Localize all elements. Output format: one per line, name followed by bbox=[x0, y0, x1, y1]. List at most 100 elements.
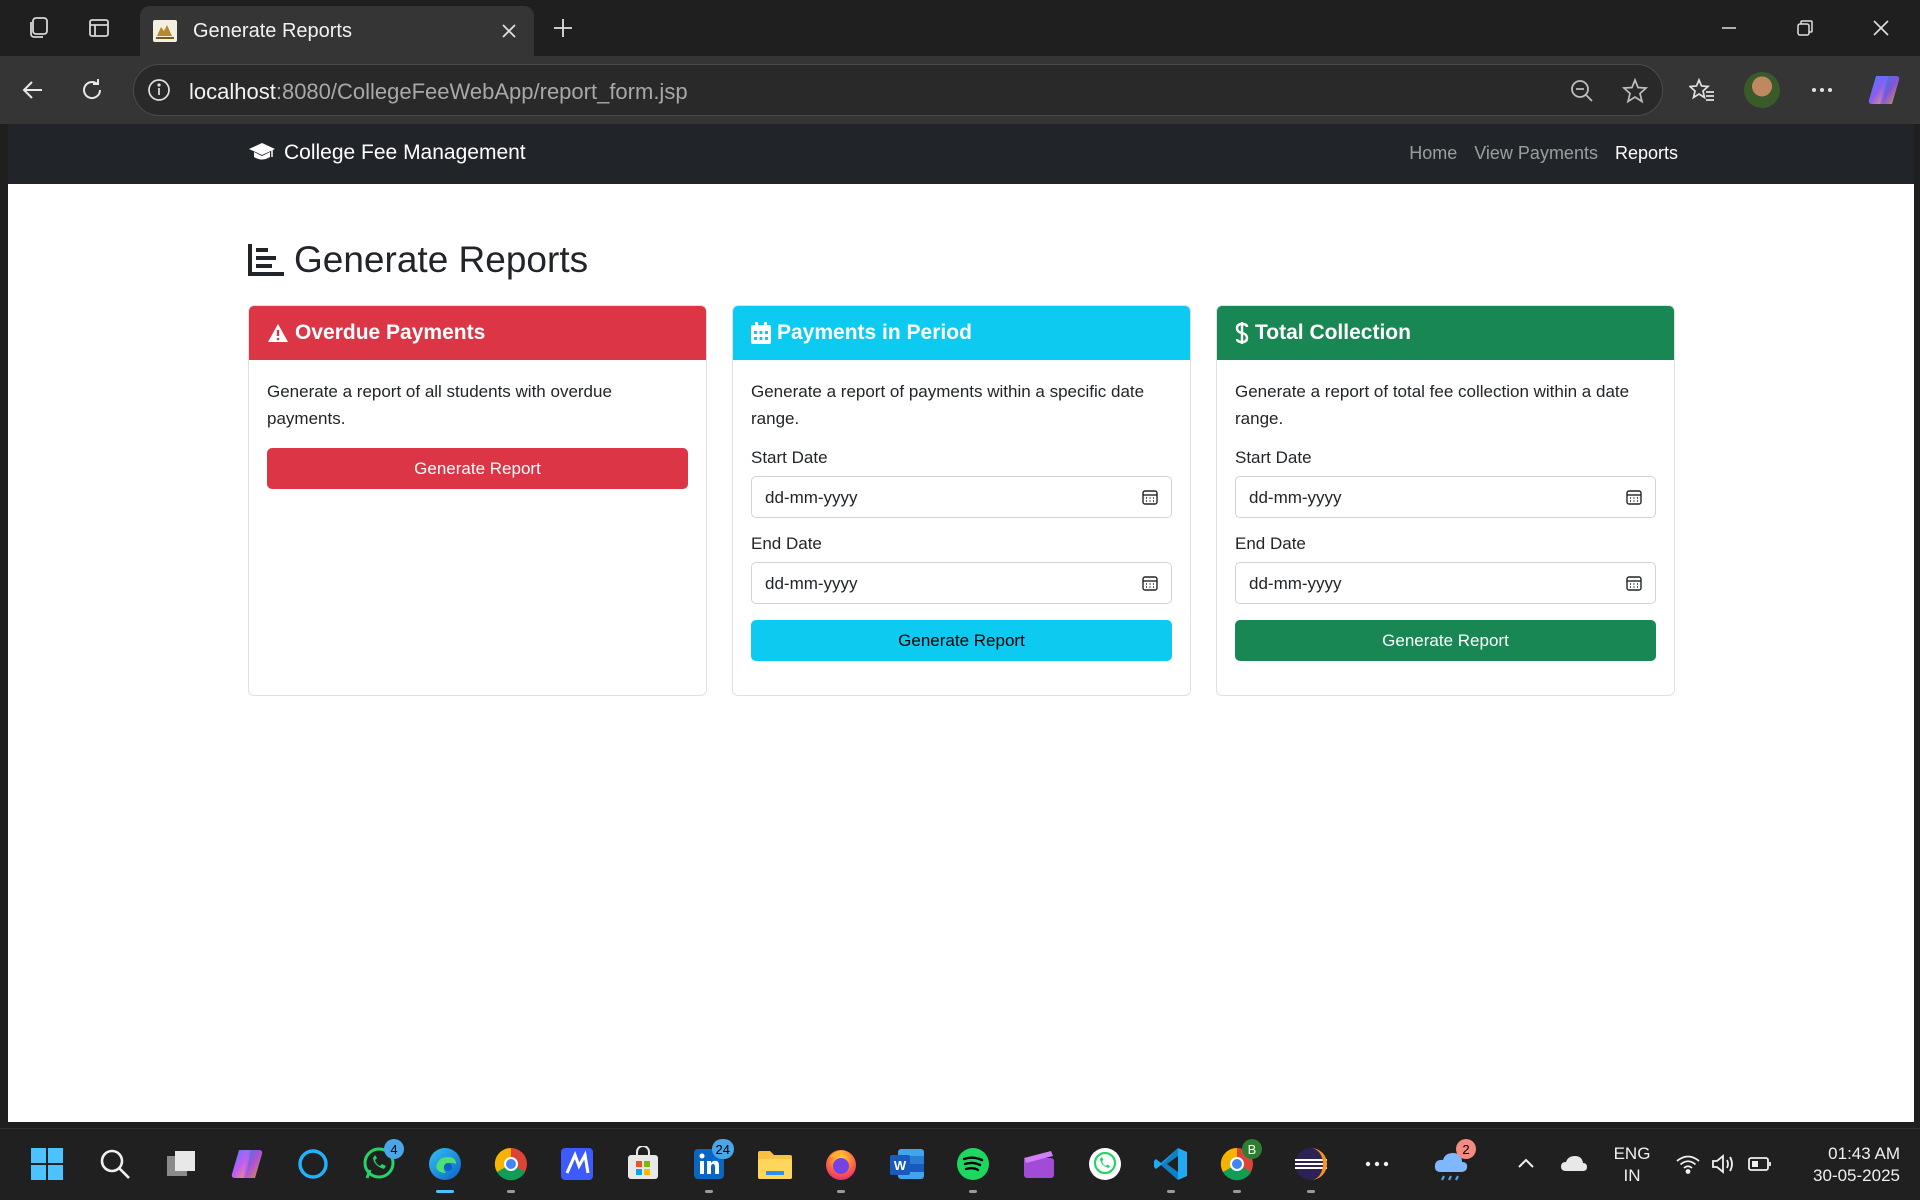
vertical-tabs-icon[interactable] bbox=[80, 10, 118, 46]
collection-generate-report-button[interactable]: Generate Report bbox=[1235, 620, 1656, 661]
more-apps-icon[interactable] bbox=[1354, 1141, 1400, 1187]
new-tab-icon[interactable] bbox=[544, 10, 582, 46]
close-tab-icon[interactable] bbox=[496, 17, 522, 45]
overdue-generate-report-button[interactable]: Generate Report bbox=[267, 448, 688, 489]
time-text: 01:43 AM bbox=[1828, 1144, 1900, 1163]
workspaces-icon[interactable] bbox=[20, 10, 58, 46]
tab-title: Generate Reports bbox=[193, 20, 352, 42]
nav-links: Home View Payments Reports bbox=[1409, 143, 1678, 164]
spotify-icon[interactable] bbox=[950, 1141, 996, 1193]
favorite-star-icon[interactable] bbox=[1620, 76, 1650, 106]
period-generate-report-button[interactable]: Generate Report bbox=[751, 620, 1172, 661]
nav-link-home[interactable]: Home bbox=[1409, 143, 1457, 164]
nav-link-view-payments[interactable]: View Payments bbox=[1474, 143, 1598, 164]
word-icon[interactable]: W bbox=[884, 1141, 930, 1187]
windows-taskbar: 4 24 W B 2 ENG IN 01:43 AM 30-05-2025 bbox=[0, 1128, 1920, 1200]
show-hidden-icons-chevron-icon[interactable] bbox=[1504, 1141, 1548, 1187]
calendar-picker-icon[interactable] bbox=[1141, 574, 1159, 592]
active-tab[interactable]: Generate Reports bbox=[140, 6, 534, 56]
overdue-card-title: Overdue Payments bbox=[295, 321, 486, 344]
calendar-picker-icon[interactable] bbox=[1625, 574, 1643, 592]
web-page: College Fee Management Home View Payment… bbox=[8, 124, 1914, 1122]
url-text[interactable]: localhost:8080/CollegeFeeWebApp/report_f… bbox=[189, 79, 688, 105]
period-start-date-placeholder: dd-mm-yyyy bbox=[765, 488, 858, 507]
copilot-app-icon[interactable] bbox=[224, 1141, 270, 1187]
site-info-icon[interactable] bbox=[146, 77, 172, 103]
period-card-title: Payments in Period bbox=[777, 321, 972, 344]
chrome-profile-badge: B bbox=[1242, 1139, 1262, 1159]
linkedin-indicator bbox=[705, 1190, 713, 1193]
profile-avatar[interactable] bbox=[1742, 70, 1782, 110]
clock[interactable]: 01:43 AM 30-05-2025 bbox=[1790, 1143, 1900, 1187]
collection-card-header: Total Collection bbox=[1217, 306, 1674, 360]
page-title: Generate Reports bbox=[248, 239, 588, 281]
edge-active-indicator bbox=[436, 1190, 454, 1193]
weather-badge: 2 bbox=[1456, 1139, 1476, 1159]
svg-text:W: W bbox=[894, 1158, 907, 1173]
windows-start-icon[interactable] bbox=[24, 1141, 70, 1187]
chrome-icon[interactable]: B bbox=[1214, 1139, 1262, 1193]
close-window-icon[interactable] bbox=[1854, 8, 1908, 48]
calendar-icon bbox=[751, 322, 771, 344]
whatsapp-badge: 4 bbox=[384, 1139, 404, 1159]
collection-end-date-label: End Date bbox=[1235, 534, 1306, 553]
onedrive-icon[interactable] bbox=[1552, 1141, 1596, 1187]
minimize-icon[interactable] bbox=[1702, 8, 1756, 48]
wifi-icon[interactable] bbox=[1668, 1141, 1708, 1187]
calendar-picker-icon[interactable] bbox=[1141, 488, 1159, 506]
cortana-icon[interactable] bbox=[290, 1141, 336, 1187]
search-icon[interactable] bbox=[92, 1141, 138, 1187]
language-indicator[interactable]: ENG IN bbox=[1602, 1143, 1662, 1187]
restore-icon[interactable] bbox=[1778, 8, 1832, 48]
volume-icon[interactable] bbox=[1704, 1141, 1744, 1187]
total-collection-card: Total Collection Generate a report of to… bbox=[1216, 305, 1675, 696]
period-end-date-input[interactable]: dd-mm-yyyy bbox=[751, 562, 1172, 604]
nav-link-reports[interactable]: Reports bbox=[1615, 143, 1678, 164]
favorites-icon[interactable] bbox=[1682, 70, 1722, 110]
app-m-icon[interactable] bbox=[554, 1141, 600, 1187]
task-view-icon[interactable] bbox=[158, 1141, 204, 1187]
more-options-icon[interactable] bbox=[1802, 70, 1842, 110]
period-end-date-placeholder: dd-mm-yyyy bbox=[765, 574, 858, 593]
copilot-icon[interactable] bbox=[1864, 70, 1904, 110]
eclipse-icon[interactable] bbox=[1288, 1141, 1334, 1193]
address-toolbar: localhost:8080/CollegeFeeWebApp/report_f… bbox=[0, 56, 1920, 124]
overdue-card-description: Generate a report of all students with o… bbox=[267, 382, 612, 428]
vscode-indicator bbox=[1167, 1190, 1175, 1193]
clipchamp-icon[interactable] bbox=[1016, 1141, 1062, 1187]
period-card-description: Generate a report of payments within a s… bbox=[751, 382, 1145, 428]
battery-icon[interactable] bbox=[1740, 1141, 1780, 1187]
edge-icon[interactable] bbox=[422, 1141, 468, 1193]
calendar-picker-icon[interactable] bbox=[1625, 488, 1643, 506]
firefox-indicator bbox=[837, 1190, 845, 1193]
weather-icon[interactable]: 2 bbox=[1428, 1139, 1476, 1187]
whatsapp-icon[interactable]: 4 bbox=[356, 1139, 404, 1187]
whatsapp-web-icon[interactable] bbox=[1082, 1141, 1128, 1187]
linkedin-badge: 24 bbox=[711, 1139, 734, 1159]
navbar-brand[interactable]: College Fee Management bbox=[248, 141, 526, 165]
file-explorer-icon[interactable] bbox=[752, 1141, 798, 1187]
zoom-out-icon[interactable] bbox=[1567, 76, 1597, 106]
spotify-indicator bbox=[969, 1190, 977, 1193]
payments-in-period-card: Payments in Period Generate a report of … bbox=[732, 305, 1191, 696]
region-text: IN bbox=[1623, 1166, 1641, 1185]
warning-icon bbox=[268, 324, 288, 342]
tomcat-favicon bbox=[152, 19, 178, 43]
browser-tab-bar: Generate Reports bbox=[0, 0, 1920, 56]
chrome-profile-icon[interactable] bbox=[488, 1141, 534, 1193]
site-navbar: College Fee Management Home View Payment… bbox=[8, 124, 1914, 184]
collection-start-date-input[interactable]: dd-mm-yyyy bbox=[1235, 476, 1656, 518]
overdue-payments-card: Overdue Payments Generate a report of al… bbox=[248, 305, 707, 696]
vscode-icon[interactable] bbox=[1148, 1141, 1194, 1193]
period-start-date-input[interactable]: dd-mm-yyyy bbox=[751, 476, 1172, 518]
collection-end-date-input[interactable]: dd-mm-yyyy bbox=[1235, 562, 1656, 604]
collection-card-description: Generate a report of total fee collectio… bbox=[1235, 382, 1630, 428]
linkedin-icon[interactable]: 24 bbox=[686, 1139, 734, 1193]
back-arrow-icon[interactable] bbox=[13, 70, 53, 110]
microsoft-store-icon[interactable] bbox=[620, 1141, 666, 1187]
firefox-icon[interactable] bbox=[818, 1141, 864, 1193]
eclipse-indicator bbox=[1307, 1190, 1315, 1193]
refresh-icon[interactable] bbox=[72, 70, 112, 110]
address-bar[interactable]: localhost:8080/CollegeFeeWebApp/report_f… bbox=[133, 64, 1663, 116]
language-text: ENG bbox=[1613, 1144, 1651, 1163]
